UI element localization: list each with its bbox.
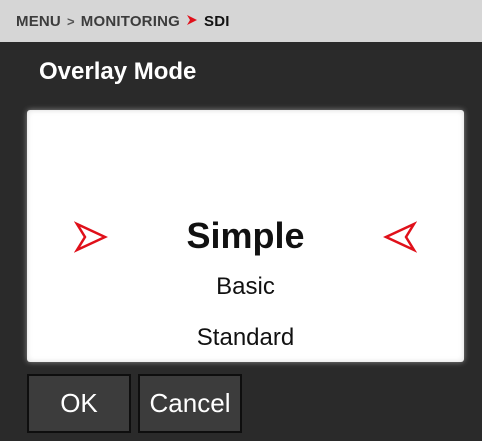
breadcrumb-item-menu[interactable]: MENU: [16, 13, 61, 30]
overlay-mode-picker[interactable]: Simple Basic Standard: [27, 110, 464, 362]
cancel-button[interactable]: Cancel: [138, 374, 242, 433]
page-title: Overlay Mode: [39, 58, 197, 85]
breadcrumb-item-sdi: SDI: [204, 12, 230, 30]
overlay-mode-screen: MENU > MONITORING SDI Overlay Mode Simpl…: [0, 0, 482, 441]
breadcrumb-separator-active-icon: [186, 14, 198, 29]
chevron-right-icon: [187, 14, 197, 25]
breadcrumb-item-monitoring[interactable]: MONITORING: [81, 13, 180, 30]
breadcrumb-separator-icon: >: [66, 13, 75, 29]
arrow-left-outline-icon[interactable]: [383, 220, 418, 254]
ok-button[interactable]: OK: [27, 374, 131, 433]
picker-option-basic[interactable]: Basic: [27, 273, 464, 301]
breadcrumb: MENU > MONITORING SDI: [0, 0, 482, 42]
picker-option-standard[interactable]: Standard: [27, 324, 464, 352]
